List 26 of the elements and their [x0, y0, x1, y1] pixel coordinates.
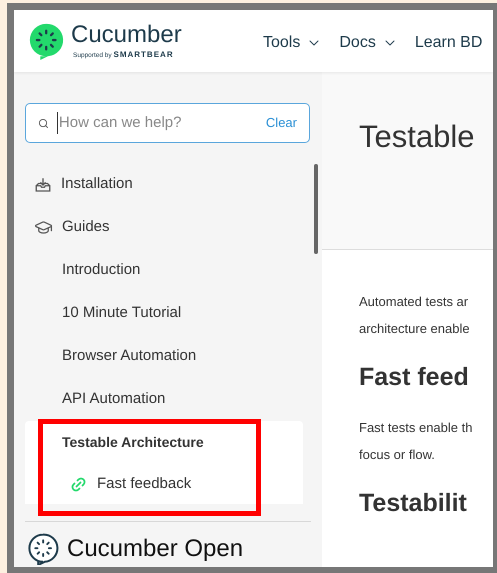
paragraph-line: Fast tests enable th	[359, 419, 474, 437]
page-title: Testable	[359, 118, 476, 156]
section-heading: Testabilit	[359, 488, 468, 519]
brand-name: Cucumber	[71, 21, 182, 49]
paragraph-line: architecture enable	[359, 320, 471, 338]
nav-page-link[interactable]: Testable Architecture	[62, 432, 204, 453]
search-input[interactable]: How can we help?	[56, 112, 258, 134]
nav-page-link[interactable]: Browser Automation	[62, 345, 196, 368]
paragraph-line: focus or flow.	[359, 446, 436, 464]
anchor-link[interactable]: Fast feedback	[97, 472, 192, 496]
nav-page-link[interactable]: 10 Minute Tutorial	[62, 302, 182, 325]
nav-menu[interactable]: Tools	[263, 31, 322, 55]
cucumber-logo-icon	[27, 22, 65, 60]
paragraph-line: Automated tests ar	[359, 293, 470, 311]
nav-page-link[interactable]: Introduction	[62, 259, 140, 282]
nav-menu[interactable]: Docs	[339, 31, 398, 55]
download-tray-icon	[34, 176, 52, 194]
nav-page-link[interactable]: API Automation	[62, 388, 166, 411]
clear-link[interactable]: Clear	[266, 113, 297, 133]
scrollbar-thumb[interactable]	[314, 164, 318, 254]
search-field[interactable]: How can we help? Clear	[25, 103, 310, 143]
nav-section-link[interactable]: Guides	[62, 216, 110, 239]
section-heading: Fast feed	[359, 362, 470, 393]
nav-menu[interactable]: Learn BD	[414, 31, 482, 55]
product-title: Cucumber Open	[67, 534, 244, 564]
nav-section-link[interactable]: Installation	[61, 173, 133, 196]
